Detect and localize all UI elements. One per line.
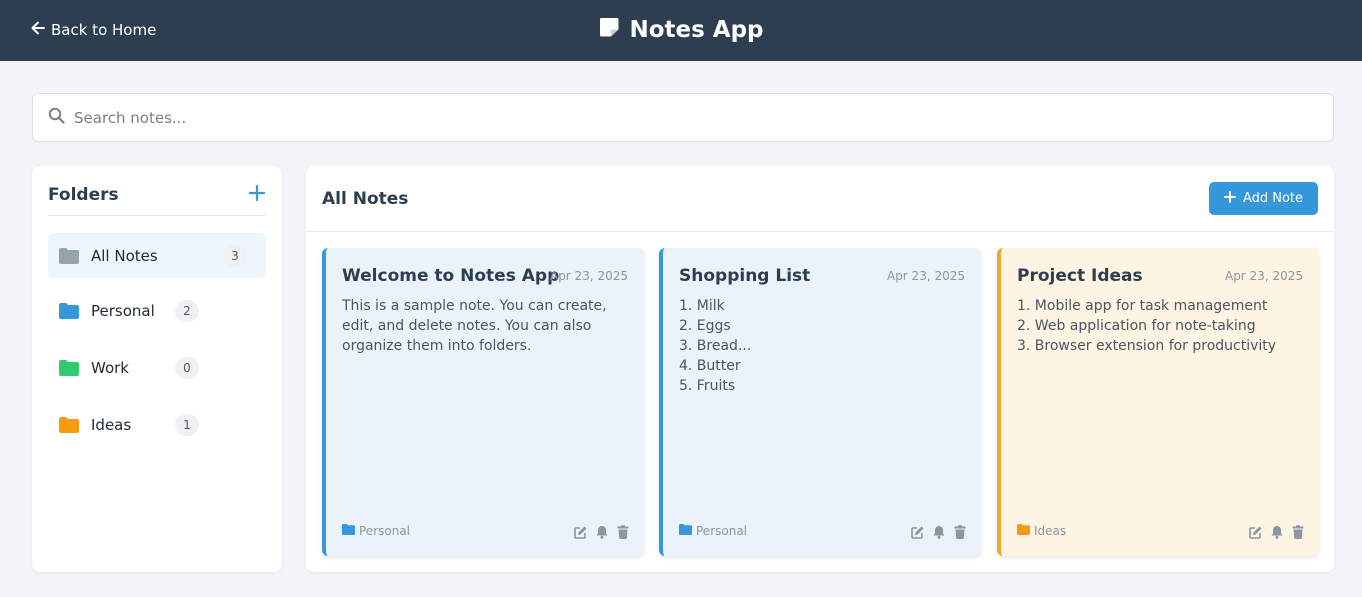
edit-icon[interactable] (911, 524, 925, 539)
folder-item-personal[interactable]: Personal 2 (48, 288, 266, 333)
note-folder-label: Personal (359, 524, 411, 538)
note-body: 1. Milk 2. Eggs 3. Bread... 4. Butter 5.… (679, 298, 752, 394)
folders-sidebar: Folders All Notes 3 Personal 2 Work 0 Id… (32, 166, 282, 572)
folder-icon (59, 359, 79, 376)
note-card[interactable]: Welcome to Notes App Apr 23, 2025 This i… (322, 248, 644, 556)
app-title: Notes App (0, 14, 1362, 46)
folder-item-work[interactable]: Work 0 (48, 345, 266, 390)
note-body: 1. Mobile app for task management 2. Web… (1017, 298, 1277, 354)
folder-icon (342, 524, 355, 538)
app-title-text: Notes App (629, 17, 764, 43)
add-note-label: Add Note (1242, 191, 1304, 206)
folder-icon (679, 524, 692, 538)
note-folder-label: Ideas (1034, 524, 1067, 538)
bell-icon[interactable] (932, 524, 946, 539)
add-folder-button[interactable] (248, 184, 266, 202)
note-folder-tag: Personal (342, 522, 410, 540)
plus-icon (1223, 190, 1236, 207)
page-title: All Notes (322, 189, 409, 209)
bell-icon[interactable] (1270, 524, 1284, 539)
edit-icon[interactable] (574, 524, 588, 539)
note-body: This is a sample note. You can create, e… (342, 298, 607, 354)
search-input[interactable] (74, 108, 1333, 127)
folder-icon (59, 416, 79, 433)
search-box (32, 93, 1334, 142)
note-date: Apr 23, 2025 (1224, 269, 1303, 283)
add-note-button[interactable]: Add Note (1209, 182, 1318, 215)
folder-count-badge: 1 (175, 413, 199, 436)
folder-label: All Notes (91, 246, 158, 265)
note-date: Apr 23, 2025 (549, 269, 628, 283)
folder-count-badge: 3 (223, 244, 247, 267)
sidebar-title: Folders (48, 185, 119, 205)
app-header: Back to Home Notes App (0, 0, 1362, 61)
notes-panel: All Notes Add Note Welcome to Notes App … (306, 166, 1334, 572)
folder-label: Work (91, 358, 129, 377)
note-actions (1249, 522, 1305, 540)
edit-icon[interactable] (1249, 524, 1263, 539)
trash-icon[interactable] (1291, 524, 1305, 539)
folder-item-ideas[interactable]: Ideas 1 (48, 402, 266, 447)
trash-icon[interactable] (616, 524, 630, 539)
sidebar-header: Folders (48, 184, 266, 216)
folder-count-badge: 0 (175, 356, 199, 379)
trash-icon[interactable] (953, 524, 967, 539)
note-title: Project Ideas (1017, 266, 1143, 286)
note-card[interactable]: Project Ideas Apr 23, 2025 1. Mobile app… (997, 248, 1319, 556)
plus-icon (248, 184, 266, 206)
note-folder-label: Personal (696, 524, 748, 538)
note-title: Welcome to Notes App (342, 266, 560, 286)
note-card[interactable]: Shopping List Apr 23, 2025 1. Milk 2. Eg… (659, 248, 981, 556)
note-actions (911, 522, 967, 540)
folder-icon (1017, 524, 1030, 538)
note-folder-tag: Ideas (1017, 522, 1066, 540)
folder-label: Ideas (91, 415, 132, 434)
folder-label: Personal (91, 301, 155, 320)
notes-panel-header: All Notes Add Note (306, 166, 1334, 232)
note-title: Shopping List (679, 266, 811, 286)
note-date: Apr 23, 2025 (886, 269, 965, 283)
folder-item-all-notes[interactable]: All Notes 3 (48, 233, 266, 278)
search-icon (48, 107, 65, 128)
folder-count-badge: 2 (175, 299, 199, 322)
note-folder-tag: Personal (679, 522, 747, 540)
folder-icon (59, 302, 79, 319)
bell-icon[interactable] (595, 524, 609, 539)
folder-icon (59, 247, 79, 264)
sticky-note-icon (598, 16, 620, 44)
note-actions (574, 522, 630, 540)
